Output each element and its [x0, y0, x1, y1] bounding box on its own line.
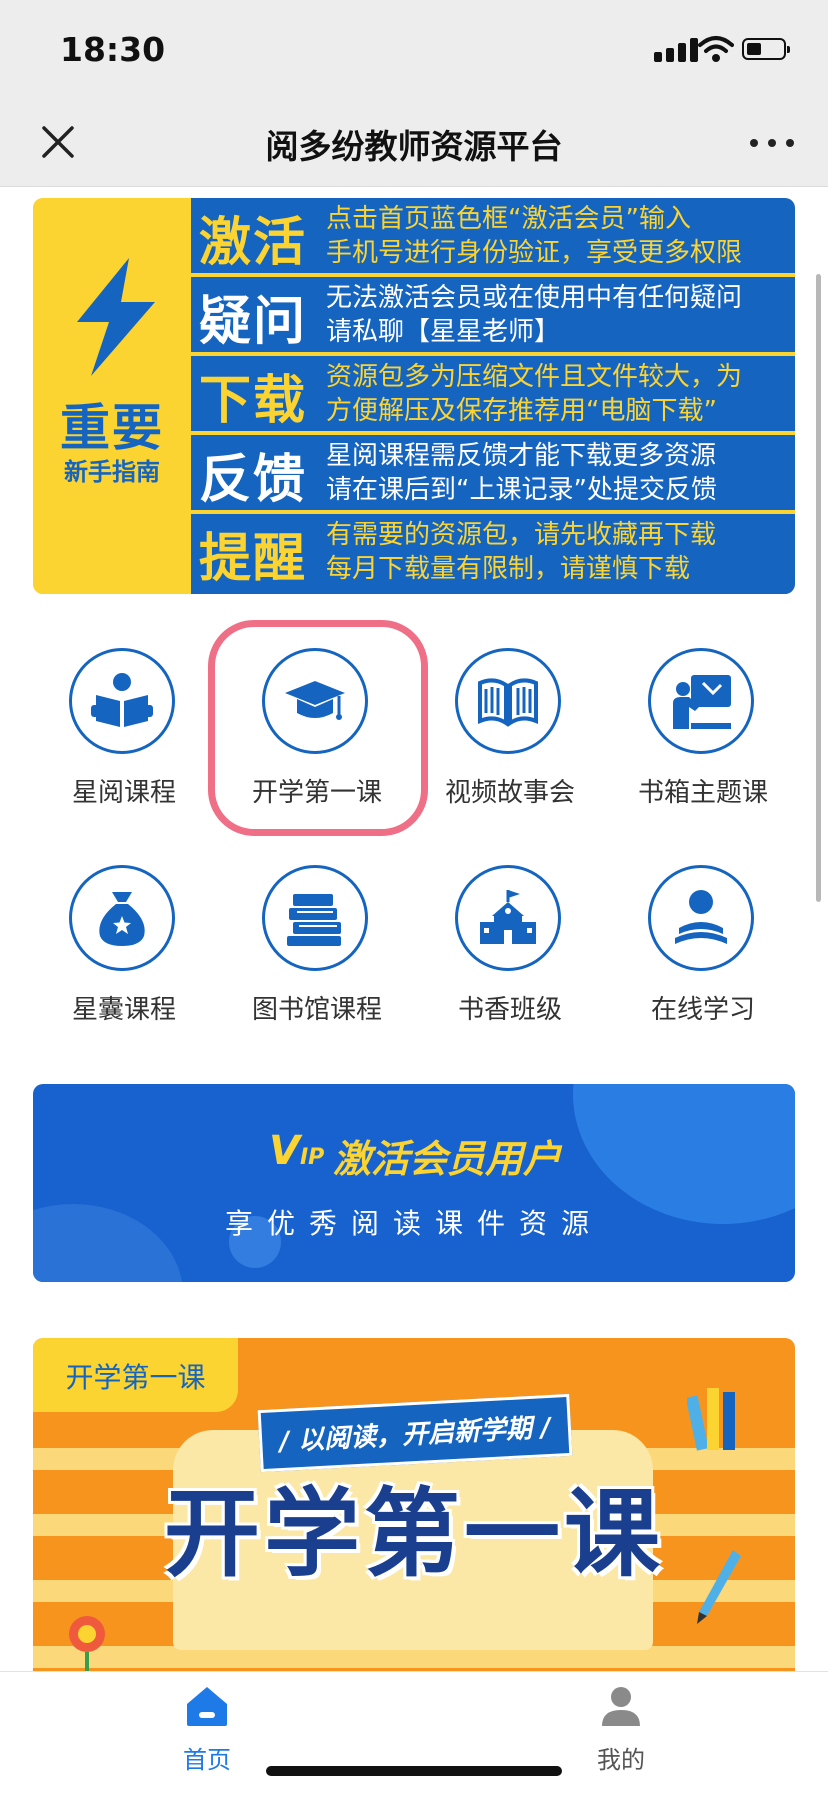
- grid-label: 视频故事会: [444, 778, 575, 808]
- flower-icon: [69, 1616, 105, 1678]
- guide-row-key: 反馈: [199, 450, 308, 510]
- status-time: 18:30: [60, 30, 166, 69]
- grid-label: 书箱主题课: [637, 778, 768, 808]
- money-bag-icon: [69, 865, 175, 971]
- course-title: 开学第一课: [164, 1478, 664, 1590]
- grid-item-bookbox-theme[interactable]: 书箱主题课: [608, 648, 798, 828]
- tab-label: 首页: [183, 1746, 231, 1774]
- user-icon: [602, 1687, 640, 1726]
- guide-row-download: 下载 资源包多为压缩文件且文件较大，为 方便解压及保存推荐用“电脑下载”: [191, 356, 795, 431]
- grid-label: 在线学习: [650, 995, 755, 1025]
- grid-item-video-story[interactable]: 视频故事会: [415, 648, 605, 828]
- open-book-icon: [455, 648, 561, 754]
- vip-subtitle: 享优秀阅读课件资源: [224, 1207, 603, 1240]
- first-lesson-banner[interactable]: 开学第一课 / 以阅读，开启新学期 / 开学第一课: [33, 1338, 795, 1678]
- vip-title: 激活会员用户: [333, 1137, 562, 1181]
- home-icon: [187, 1687, 227, 1726]
- guide-row-text: 无法激活会员或在使用中有任何疑问 请私聊【星星老师】: [326, 283, 743, 347]
- tab-mine[interactable]: 我的: [556, 1684, 686, 1776]
- lightning-icon: [77, 258, 155, 376]
- grid-label: 星囊课程: [71, 995, 176, 1025]
- guide-row-key: 提醒: [199, 529, 308, 589]
- guide-subtitle: 新手指南: [64, 458, 160, 486]
- teacher-board-icon: [648, 648, 754, 754]
- grid-item-library-course[interactable]: 图书馆课程: [222, 865, 412, 1045]
- course-tag: 开学第一课: [33, 1338, 238, 1412]
- grid-item-scholarly-class[interactable]: 书香班级: [415, 865, 605, 1045]
- guide-banner[interactable]: 重要 新手指南 激活 点击首页蓝色框“激活会员”输入 手机号进行身份验证，享受更多…: [33, 198, 795, 594]
- status-bar: 18:30: [0, 0, 828, 100]
- guide-title: 重要: [60, 399, 164, 457]
- highlight-ring: [208, 620, 428, 836]
- scrollbar[interactable]: [816, 274, 821, 902]
- vip-activation-banner[interactable]: VIP 激活会员用户 享优秀阅读课件资源: [33, 1084, 795, 1282]
- guide-row-key: 下载: [199, 371, 308, 431]
- page-title: 阅多纷教师资源平台: [265, 127, 563, 166]
- guide-row-question: 疑问 无法激活会员或在使用中有任何疑问 请私聊【星星老师】: [191, 277, 795, 352]
- grid-item-xingnang-course[interactable]: 星囊课程: [29, 865, 219, 1045]
- grid-item-online-learning[interactable]: 在线学习: [608, 865, 798, 1045]
- more-options-icon[interactable]: [748, 136, 796, 150]
- grid-label: 图书馆课程: [251, 995, 382, 1025]
- home-indicator: [266, 1766, 562, 1776]
- school-building-icon: [455, 865, 561, 971]
- vip-logo: VIP: [269, 1128, 325, 1174]
- tab-label: 我的: [597, 1746, 645, 1774]
- guide-row-reminder: 提醒 有需要的资源包，请先收藏再下载 每月下载量有限制，请谨慎下载: [191, 514, 795, 594]
- battery-icon: [742, 38, 790, 60]
- grid-label: 星阅课程: [71, 778, 176, 808]
- grid-label: 书香班级: [457, 995, 562, 1025]
- guide-row-text: 资源包多为压缩文件且文件较大，为 方便解压及保存推荐用“电脑下载”: [326, 362, 743, 426]
- nav-bar: 阅多纷教师资源平台: [0, 100, 828, 187]
- book-stack-icon: [262, 865, 368, 971]
- guide-row-text: 有需要的资源包，请先收藏再下载 每月下载量有限制，请谨慎下载: [326, 520, 717, 584]
- guide-row-feedback: 反馈 星阅课程需反馈才能下载更多资源 请在课后到“上课记录”处提交反馈: [191, 435, 795, 510]
- guide-row-text: 星阅课程需反馈才能下载更多资源 请在课后到“上课记录”处提交反馈: [326, 441, 717, 505]
- cellular-signal-icon: [654, 38, 704, 62]
- guide-row-key: 疑问: [199, 292, 308, 352]
- guide-row-activate: 激活 点击首页蓝色框“激活会员”输入 手机号进行身份验证，享受更多权限: [191, 198, 795, 273]
- grid-item-xingyue-course[interactable]: 星阅课程: [29, 648, 219, 828]
- guide-left-panel: 重要 新手指南: [33, 198, 191, 594]
- guide-row-text: 点击首页蓝色框“激活会员”输入 手机号进行身份验证，享受更多权限: [326, 204, 743, 268]
- guide-row-key: 激活: [199, 213, 308, 273]
- wifi-icon: [698, 36, 734, 62]
- books-icon: [687, 1388, 735, 1451]
- reading-person-icon: [69, 648, 175, 754]
- tab-home[interactable]: 首页: [142, 1684, 272, 1776]
- person-reading-icon: [648, 865, 754, 971]
